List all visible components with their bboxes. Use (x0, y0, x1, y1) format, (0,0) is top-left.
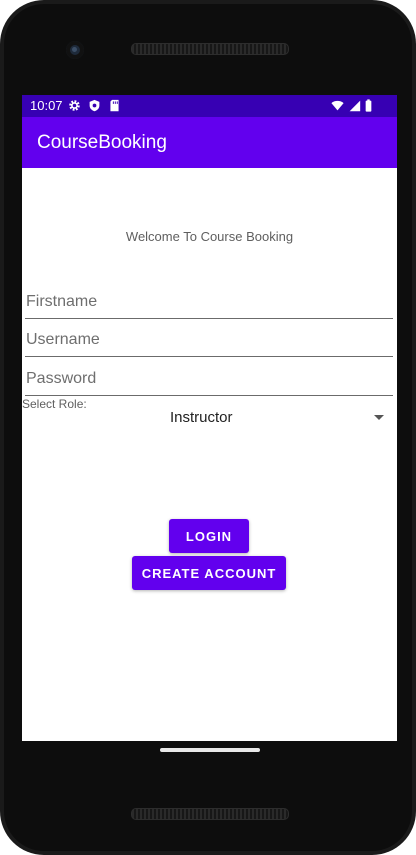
signal-icon (349, 100, 361, 112)
app-screen: 10:07 CourseBooking Welcome To Course Bo… (22, 95, 397, 741)
role-selected-value: Instructor (170, 409, 233, 426)
firstname-input[interactable] (25, 288, 394, 316)
sd-card-icon (110, 99, 119, 112)
username-input[interactable] (25, 326, 394, 354)
app-bar: CourseBooking (22, 117, 397, 168)
phone-frame: 10:07 CourseBooking Welcome To Course Bo… (0, 0, 416, 855)
login-button[interactable]: LOGIN (169, 519, 249, 553)
battery-icon (365, 99, 372, 112)
shield-icon (89, 99, 100, 112)
create-account-button[interactable]: CREATE ACCOUNT (132, 556, 286, 590)
username-field (25, 326, 394, 357)
home-indicator[interactable] (160, 748, 260, 752)
password-input[interactable] (25, 365, 394, 393)
role-label: Select Role: (22, 397, 87, 411)
app-title: CourseBooking (37, 132, 167, 153)
status-bar: 10:07 (22, 95, 397, 117)
dropdown-arrow-icon (374, 415, 384, 420)
password-field (25, 365, 394, 396)
top-speaker (131, 43, 289, 55)
front-camera (66, 41, 84, 59)
welcome-text: Welcome To Course Booking (125, 229, 294, 244)
wifi-icon (331, 100, 344, 111)
status-time: 10:07 (30, 98, 63, 113)
bottom-speaker (131, 808, 289, 820)
firstname-field (25, 288, 394, 319)
role-dropdown[interactable]: Instructor (92, 403, 388, 431)
gear-icon (69, 100, 80, 111)
